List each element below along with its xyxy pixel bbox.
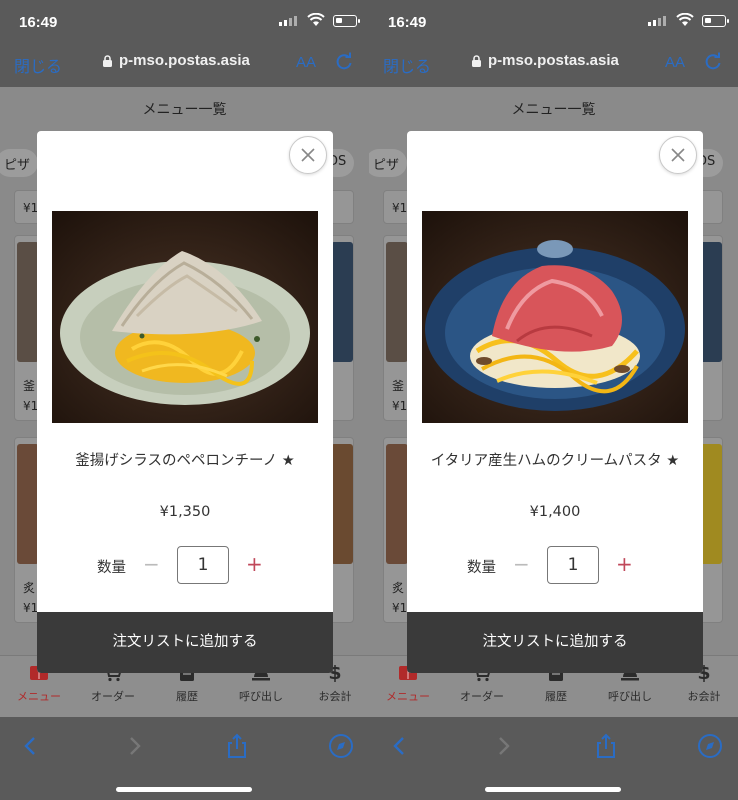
increase-button[interactable]: + <box>246 552 263 576</box>
name-snippet: 炙 <box>23 581 36 595</box>
increase-button[interactable]: + <box>616 552 633 576</box>
back-icon[interactable] <box>18 733 44 759</box>
modal-close-button[interactable] <box>289 136 327 174</box>
text-size-button[interactable]: AA <box>665 54 685 71</box>
status-time: 16:49 <box>19 14 58 31</box>
page-title: メニュー一覧 <box>142 102 227 118</box>
price-snippet: ¥1 <box>392 601 408 615</box>
pasta-prosciutto-photo <box>422 211 688 423</box>
back-icon[interactable] <box>387 733 413 759</box>
close-icon <box>301 148 315 162</box>
add-to-order-button[interactable]: 注文リストに追加する <box>407 612 703 673</box>
quantity-stepper: 数量 − 1 + <box>37 546 333 584</box>
menu-thumb <box>331 444 353 564</box>
decrease-button[interactable]: − <box>513 552 530 576</box>
item-price: ¥1,400 <box>529 504 581 520</box>
signal-icon <box>279 16 297 26</box>
forward-icon[interactable] <box>490 733 516 759</box>
name-snippet: 釜 <box>392 379 405 393</box>
add-to-order-button[interactable]: 注文リストに追加する <box>37 612 333 673</box>
close-browser-button[interactable]: 閉じる <box>383 53 431 77</box>
tab-label: 呼び出し <box>608 690 652 703</box>
tab-label: お会計 <box>318 690 352 703</box>
modal-close-button[interactable] <box>659 136 697 174</box>
status-bar: 16:49 <box>0 0 369 42</box>
pasta-shirasu-photo <box>52 211 318 423</box>
quantity-field[interactable]: 1 <box>547 546 599 584</box>
tab-label: メニュー <box>386 690 430 703</box>
item-price: ¥1,350 <box>159 504 211 520</box>
menu-thumb <box>386 242 408 362</box>
safari-toolbar <box>369 717 738 800</box>
home-indicator <box>485 787 621 792</box>
name-snippet: 釜 <box>23 379 36 393</box>
url-text[interactable]: p-mso.postas.asia <box>119 52 250 69</box>
tab-label: オーダー <box>91 690 135 703</box>
category-chip-pizza[interactable]: ピザ <box>0 149 39 177</box>
tab-label: オーダー <box>460 690 504 703</box>
wifi-icon <box>307 13 325 26</box>
battery-icon <box>702 15 726 27</box>
item-name: 釜揚げシラスのペペロンチーノ ★ <box>75 453 295 469</box>
menu-thumb <box>17 242 39 362</box>
status-time: 16:49 <box>388 14 427 31</box>
decrease-button[interactable]: − <box>143 552 160 576</box>
quantity-label: 数量 <box>467 560 496 576</box>
phone-screen-left: 16:49 閉じる p-mso.postas.asia AA メニュー一覧 ピザ… <box>0 0 369 800</box>
item-name: イタリア産生ハムのクリームパスタ ★ <box>430 453 680 469</box>
quantity-field[interactable]: 1 <box>177 546 229 584</box>
category-chip-pizza[interactable]: ピザ <box>369 149 408 177</box>
price-snippet: ¥1 <box>23 601 39 615</box>
price-snippet: ¥1 <box>23 399 39 413</box>
quantity-stepper: 数量 − 1 + <box>407 546 703 584</box>
tab-label: メニュー <box>17 690 61 703</box>
price-snippet: ¥1 <box>23 201 39 215</box>
phone-screen-right: 16:49 閉じる p-mso.postas.asia AA メニュー一覧 ピザ… <box>369 0 738 800</box>
compass-icon[interactable] <box>328 733 354 759</box>
signal-icon <box>648 16 666 26</box>
menu-thumb <box>700 444 722 564</box>
tab-label: 履歴 <box>545 690 567 703</box>
status-bar: 16:49 <box>369 0 738 42</box>
close-icon <box>671 148 685 162</box>
close-browser-button[interactable]: 閉じる <box>14 53 62 77</box>
text-size-button[interactable]: AA <box>296 54 316 71</box>
share-icon[interactable] <box>224 733 250 759</box>
quantity-label: 数量 <box>97 560 126 576</box>
home-indicator <box>116 787 252 792</box>
url-text[interactable]: p-mso.postas.asia <box>488 52 619 69</box>
compass-icon[interactable] <box>697 733 723 759</box>
price-snippet: ¥1 <box>392 399 408 413</box>
battery-icon <box>333 15 357 27</box>
share-icon[interactable] <box>593 733 619 759</box>
name-snippet: 炙 <box>392 581 405 595</box>
browser-bar: 閉じる p-mso.postas.asia AA <box>369 42 738 87</box>
menu-thumb <box>331 242 353 362</box>
tab-label: 履歴 <box>176 690 198 703</box>
item-detail-modal: イタリア産生ハムのクリームパスタ ★ ¥1,400 数量 − 1 + 注文リスト… <box>407 131 703 673</box>
safari-toolbar <box>0 717 369 800</box>
wifi-icon <box>676 13 694 26</box>
item-detail-modal: 釜揚げシラスのペペロンチーノ ★ ¥1,350 数量 − 1 + 注文リストに追… <box>37 131 333 673</box>
browser-bar: 閉じる p-mso.postas.asia AA <box>0 42 369 87</box>
menu-thumb <box>17 444 39 564</box>
page-title: メニュー一覧 <box>511 102 596 118</box>
menu-thumb <box>386 444 408 564</box>
tab-label: お会計 <box>687 690 721 703</box>
lock-icon <box>103 55 112 67</box>
tab-label: 呼び出し <box>239 690 283 703</box>
menu-thumb <box>700 242 722 362</box>
price-snippet: ¥1 <box>392 201 408 215</box>
reload-icon[interactable] <box>703 52 723 72</box>
forward-icon[interactable] <box>121 733 147 759</box>
lock-icon <box>472 55 481 67</box>
reload-icon[interactable] <box>334 52 354 72</box>
